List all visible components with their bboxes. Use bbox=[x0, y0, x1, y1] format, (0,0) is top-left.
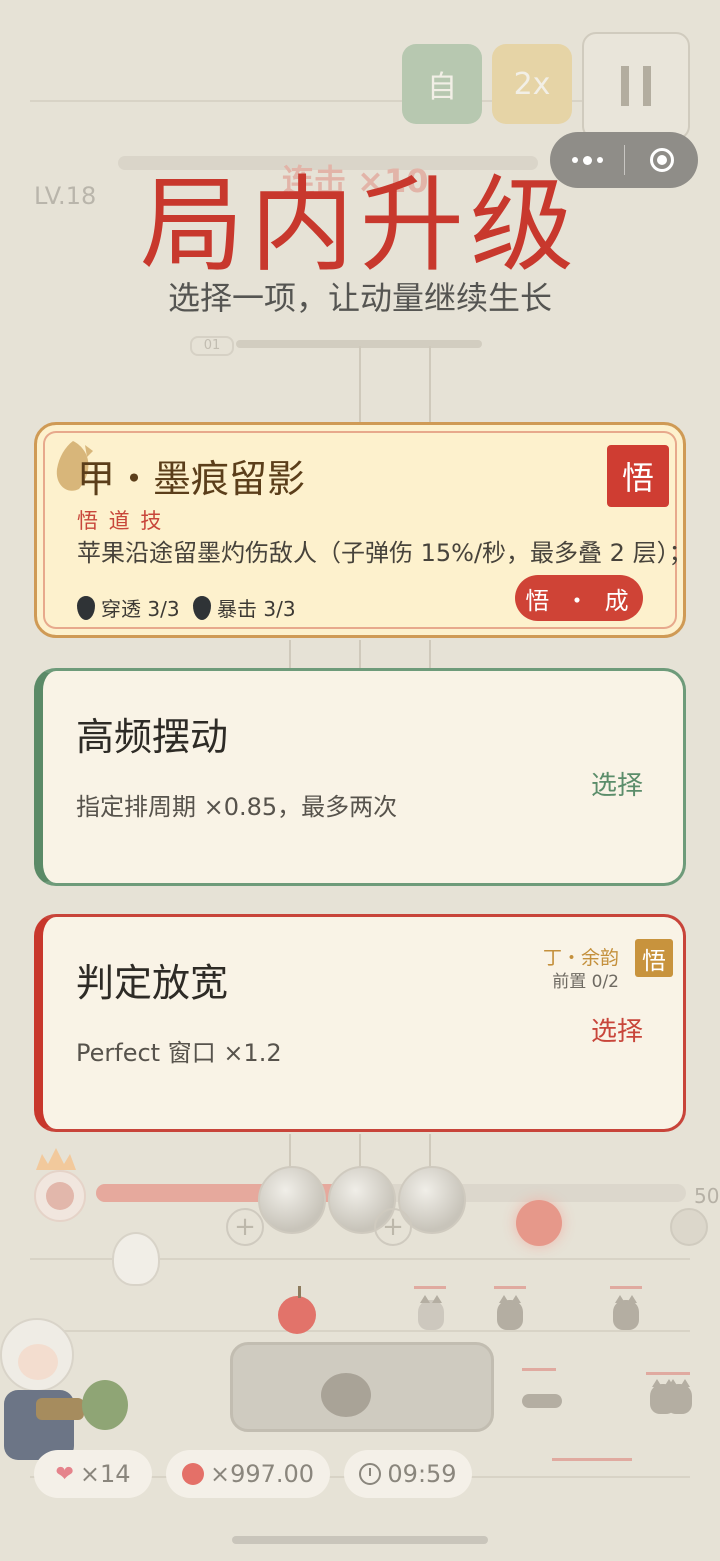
card-description: 指定排周期 ×0.85，最多两次 bbox=[76, 793, 398, 821]
timer: 09:59 bbox=[344, 1450, 472, 1498]
speed-label: 2x bbox=[513, 66, 551, 102]
apple-projectile bbox=[278, 1296, 316, 1334]
ink-drop-icon bbox=[77, 595, 95, 620]
fire-button[interactable] bbox=[230, 1342, 494, 1432]
awaken-complete-button[interactable]: 悟 ・ 成 bbox=[515, 575, 643, 621]
stat-crit: 暴击 3/3 bbox=[193, 593, 296, 622]
apple-cannon-icon bbox=[36, 1398, 84, 1420]
card-title: 高频摆动 bbox=[76, 715, 229, 759]
red-orb bbox=[516, 1200, 562, 1246]
upgrade-card-ink-trace[interactable]: 甲・墨痕留影 悟 悟 道 技 苹果沿途留墨灼伤敌人（子弹伤 15%/秒，最多叠 … bbox=[34, 422, 686, 638]
enemy-icon bbox=[613, 1295, 639, 1330]
pendulum-ball bbox=[258, 1166, 326, 1234]
timer-value: 09:59 bbox=[387, 1460, 457, 1488]
awaken-badge: 悟 bbox=[607, 445, 669, 507]
pendulum-string bbox=[359, 1134, 361, 1170]
upgrade-card-judge-window[interactable]: 判定放宽 Perfect 窗口 ×1.2 丁・余韵 前置 0/2 悟 选择 bbox=[34, 914, 686, 1132]
apple-value: ×997.00 bbox=[209, 1460, 315, 1488]
card-title: 判定放宽 bbox=[76, 961, 229, 1005]
stat-crit-label: 暴击 3/3 bbox=[217, 597, 296, 621]
apple-counter: ×997.00 bbox=[166, 1450, 330, 1498]
lives-counter: ❤ ×14 bbox=[34, 1450, 152, 1498]
awaken-badge: 悟 bbox=[635, 939, 673, 977]
pause-icon bbox=[621, 66, 651, 106]
enemy-icon bbox=[497, 1295, 523, 1330]
pause-button[interactable] bbox=[582, 32, 690, 140]
heart-icon: ❤ bbox=[55, 1461, 74, 1487]
lane-line bbox=[30, 1330, 690, 1332]
page-subtitle: 选择一项，让动量继续生长 bbox=[167, 279, 552, 317]
prereq-count: 前置 0/2 bbox=[552, 972, 619, 992]
add-slot-icon[interactable]: + bbox=[374, 1208, 412, 1246]
boss-hp-label: 50 bbox=[694, 1184, 720, 1208]
enemy-hp bbox=[552, 1458, 632, 1461]
card-description: 苹果沿途留墨灼伤敌人（子弹伤 15%/秒，最多叠 2 层）；暴击 bbox=[77, 539, 686, 567]
boss-avatar bbox=[34, 1170, 86, 1222]
flame-icon bbox=[34, 1148, 78, 1170]
pendulum-string bbox=[289, 1134, 291, 1170]
pendulum-string bbox=[429, 640, 431, 670]
select-button[interactable]: 选择 bbox=[591, 765, 643, 802]
pendulum-string bbox=[289, 640, 291, 670]
select-button[interactable]: 选择 bbox=[591, 1011, 643, 1048]
auto-button[interactable]: 自 bbox=[402, 44, 482, 124]
pendulum-string bbox=[429, 1134, 431, 1170]
enemy-hp bbox=[494, 1286, 526, 1289]
upgrade-card-high-freq[interactable]: 高频摆动 指定排周期 ×0.85，最多两次 选择 bbox=[34, 668, 686, 886]
enemy-hp bbox=[610, 1286, 642, 1289]
enemy-icon bbox=[666, 1379, 692, 1414]
card-title: 甲・墨痕留影 bbox=[77, 457, 306, 501]
stat-pierce-label: 穿透 3/3 bbox=[101, 597, 180, 621]
enemy-hp bbox=[414, 1286, 446, 1289]
apple-icon bbox=[181, 1463, 204, 1485]
card-description: Perfect 窗口 ×1.2 bbox=[76, 1039, 282, 1067]
stage-indicator: 01 bbox=[190, 336, 234, 356]
ghost-helper bbox=[112, 1232, 160, 1286]
pendulum-string bbox=[359, 640, 361, 670]
clock-icon bbox=[359, 1463, 382, 1485]
home-indicator bbox=[232, 1536, 488, 1544]
page-title: 局内升级 bbox=[139, 164, 580, 286]
enemy-icon bbox=[522, 1394, 562, 1408]
ink-drop-icon bbox=[193, 595, 211, 620]
auto-label: 自 bbox=[427, 70, 457, 105]
stat-pierce: 穿透 3/3 bbox=[77, 593, 180, 622]
add-slot-icon[interactable]: + bbox=[226, 1208, 264, 1246]
small-orb bbox=[670, 1208, 708, 1246]
enemy-hp bbox=[522, 1368, 556, 1371]
bomb-icon bbox=[321, 1373, 371, 1417]
card-category: 悟 道 技 bbox=[77, 509, 164, 533]
enemy-hp bbox=[646, 1372, 690, 1375]
enemy-icon bbox=[418, 1295, 444, 1330]
speed-button[interactable]: 2x bbox=[492, 44, 572, 124]
lives-value: ×14 bbox=[79, 1460, 131, 1488]
player-character bbox=[0, 1318, 74, 1392]
apple-tree-icon bbox=[82, 1380, 128, 1430]
prereq-name: 丁・余韵 bbox=[542, 947, 619, 969]
apple-stem bbox=[298, 1286, 301, 1298]
